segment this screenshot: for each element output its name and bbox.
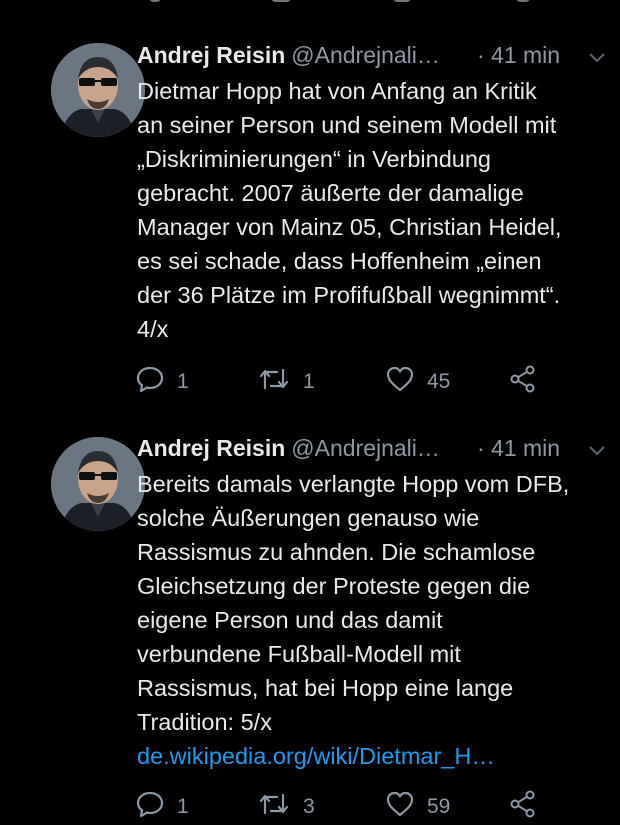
author-name[interactable]: Andrej Reisin <box>137 435 285 461</box>
tweet-actions: 1 1 45 <box>135 365 605 399</box>
avatar[interactable] <box>51 43 145 137</box>
tweet-text-line: Dietmar Hopp hat von Anfang an Kritik <box>137 78 537 104</box>
avatar[interactable] <box>51 437 145 531</box>
tweet-text: Dietmar Hopp hat von Anfang an Kritik an… <box>137 74 617 346</box>
tweet-text-line: Manager von Mainz 05, Christian Heidel, <box>137 214 562 240</box>
retweet-button[interactable]: 1 <box>257 365 315 399</box>
reply-count: 1 <box>177 370 189 393</box>
like-count: 59 <box>427 795 451 818</box>
tweet-header: Andrej Reisin @Andrejnali… · 41 min <box>137 433 607 463</box>
tweet-text-line: Tradition: 5/x <box>137 709 272 735</box>
tweet-text-line: Rassismus zu ahnden. Die schamlose <box>137 539 536 565</box>
like-count: 45 <box>427 370 451 393</box>
reply-count: 1 <box>177 795 189 818</box>
retweet-icon <box>257 364 291 400</box>
author-name[interactable]: Andrej Reisin <box>137 42 285 68</box>
tweet-time[interactable]: · 41 min <box>477 40 560 70</box>
reply-button[interactable]: 1 <box>135 790 189 824</box>
tweet-header: Andrej Reisin @Andrejnali… · 41 min <box>137 40 607 70</box>
share-icon <box>508 364 538 400</box>
tweet-link[interactable]: de.wikipedia.org/wiki/Dietmar_H… <box>137 739 617 773</box>
tweet-text-line: Bereits damals verlangte Hopp vom DFB, <box>137 471 570 497</box>
retweet-button[interactable]: 3 <box>257 790 315 824</box>
tweet-text-line: Rassismus, hat bei Hopp eine lange <box>137 675 514 701</box>
chevron-down-icon[interactable] <box>587 44 607 74</box>
tweet-text-line: der 36 Plätze im Profifußball wegnimmt“. <box>137 282 561 308</box>
tweet-text-line: an seiner Person und seinem Modell mit <box>137 112 557 138</box>
tweet-text-line: 4/x <box>137 316 169 342</box>
reply-icon <box>135 364 165 400</box>
tweet-text-line: eigene Person und das damit <box>137 607 443 633</box>
author-handle[interactable]: @Andrejnali… <box>291 435 440 461</box>
like-button[interactable]: 59 <box>385 790 450 824</box>
retweet-count: 1 <box>303 370 315 393</box>
author-handle[interactable]: @Andrejnali… <box>291 42 440 68</box>
tweet[interactable]: Andrej Reisin @Andrejnali… · 41 min Dietm… <box>0 0 620 410</box>
tweet-actions: 1 3 59 <box>135 790 605 824</box>
tweet-text-line: gebracht. 2007 äußerte der damalige <box>137 180 524 206</box>
reply-button[interactable]: 1 <box>135 365 189 399</box>
retweet-count: 3 <box>303 795 315 818</box>
tweet-text-line: solche Äußerungen genauso wie <box>137 505 480 531</box>
tweet-time[interactable]: · 41 min <box>477 433 560 463</box>
like-button[interactable]: 45 <box>385 365 450 399</box>
share-button[interactable] <box>508 790 538 824</box>
tweet-text-line: „Diskriminierungen“ in Verbindung <box>137 146 491 172</box>
heart-icon <box>385 364 415 400</box>
share-button[interactable] <box>508 365 538 399</box>
tweet-text: Bereits damals verlangte Hopp vom DFB, s… <box>137 467 617 773</box>
tweet[interactable]: Andrej Reisin @Andrejnali… · 41 min Berei… <box>0 410 620 820</box>
tweet-text-line: verbundene Fußball-Modell mit <box>137 641 461 667</box>
chevron-down-icon[interactable] <box>587 437 607 467</box>
tweet-text-line: es sei schade, dass Hoffenheim „einen <box>137 248 542 274</box>
tweet-text-line: Gleichsetzung der Proteste gegen die <box>137 573 531 599</box>
